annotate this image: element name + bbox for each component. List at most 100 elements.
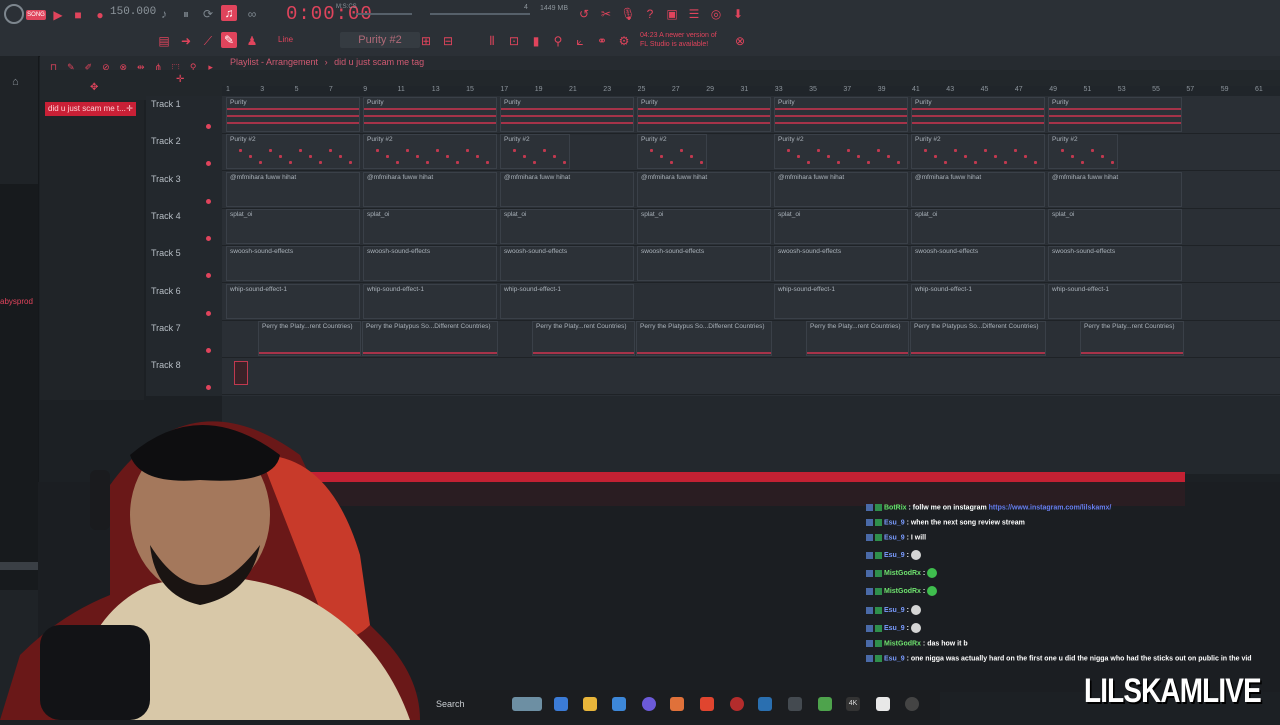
clip-7-3[interactable]: Perry the Platy...rent Countries)	[532, 320, 635, 356]
clip-5-1[interactable]: swoosh-sound-effects	[226, 246, 360, 282]
chat-username[interactable]: Esu_9	[884, 552, 905, 559]
chat-username[interactable]: Esu_9	[884, 534, 905, 541]
clip-3-6[interactable]: @mfmihara fuww hihat	[911, 171, 1045, 207]
chat-username[interactable]: MistGodRx	[884, 570, 921, 577]
track-lane-7[interactable]: Perry the Platy...rent Countries) Perry t…	[222, 320, 1280, 358]
draw-tool-icon[interactable]: ✎	[221, 32, 237, 48]
record-knob-icon[interactable]	[4, 4, 24, 24]
undo-icon[interactable]: ↺	[576, 6, 592, 22]
close-news-icon[interactable]: ⊗	[732, 33, 748, 49]
clip-3-7[interactable]: @mfmihara fuww hihat	[1048, 171, 1182, 207]
clip-4-5[interactable]: splat_oi	[774, 208, 908, 244]
browser-pin-icon[interactable]: ⌂	[12, 76, 19, 88]
chat-username[interactable]: BotRix	[884, 504, 907, 511]
clip-1-1[interactable]: Purity	[226, 97, 360, 132]
file-explorer-icon[interactable]	[583, 697, 597, 711]
track-label-7[interactable]: Track 7	[151, 323, 181, 333]
tag-clip[interactable]	[234, 361, 248, 386]
clip-6-3[interactable]: whip-sound-effect-1	[500, 283, 634, 319]
clip-3-4[interactable]: @mfmihara fuww hihat	[637, 171, 771, 207]
track-label-2[interactable]: Track 2	[151, 136, 181, 146]
clip-7-6[interactable]: Perry the Platypus So...Different Countr…	[910, 320, 1046, 356]
piano-roll-icon[interactable]: ⊟	[440, 33, 456, 49]
app-icon[interactable]	[788, 697, 802, 711]
clip-4-4[interactable]: splat_oi	[637, 208, 771, 244]
channel-rack-icon[interactable]: ⊞	[418, 33, 434, 49]
track-label-3[interactable]: Track 3	[151, 174, 181, 184]
cut-icon[interactable]: ✂	[598, 6, 614, 22]
clip-6-4[interactable]: whip-sound-effect-1	[774, 283, 908, 319]
discord-icon[interactable]	[642, 697, 656, 711]
4k-icon[interactable]: 4K	[846, 697, 860, 711]
clip-1-7[interactable]: Purity	[1048, 97, 1182, 132]
browser-icon[interactable]: ⊡	[506, 33, 522, 49]
add-track-icon[interactable]: ✛	[176, 74, 184, 85]
clip-3-3[interactable]: @mfmihara fuww hihat	[500, 171, 634, 207]
track-led-5[interactable]	[206, 273, 211, 279]
chat-username[interactable]: Esu_9	[884, 625, 905, 632]
play-icon[interactable]: ▶	[50, 7, 66, 23]
clip-6-2[interactable]: whip-sound-effect-1	[363, 283, 497, 319]
clip-4-1[interactable]: splat_oi	[226, 208, 360, 244]
track-label-6[interactable]: Track 6	[151, 286, 181, 296]
obs-icon[interactable]	[730, 697, 744, 711]
stamp-icon[interactable]: ♟	[244, 33, 260, 49]
stop-icon[interactable]: ■	[70, 7, 86, 23]
chat-username[interactable]: MistGodRx	[884, 640, 921, 647]
metronome-icon[interactable]: ♪	[156, 6, 172, 22]
clip-1-3[interactable]: Purity	[500, 97, 634, 132]
playlist-icon[interactable]: ▤	[156, 33, 172, 49]
track-label-1[interactable]: Track 1	[151, 99, 181, 109]
widget-icon[interactable]	[512, 697, 542, 711]
clip-6-5[interactable]: whip-sound-effect-1	[911, 283, 1045, 319]
pattern-selector[interactable]: Purity #2	[340, 32, 420, 48]
stack-icon[interactable]	[818, 697, 832, 711]
steam-icon[interactable]	[876, 697, 890, 711]
track-lane-8[interactable]	[222, 357, 1280, 396]
chat-icon[interactable]: ◎	[708, 6, 724, 22]
fl-studio-icon[interactable]	[670, 697, 684, 711]
chat-username[interactable]: Esu_9	[884, 607, 905, 614]
clip-4-6[interactable]: splat_oi	[911, 208, 1045, 244]
clip-2-2[interactable]: Purity #2	[363, 134, 497, 170]
playlist-lanes[interactable]: Purity Purity Purity Purity Purity Purity Puri…	[222, 96, 1280, 396]
chat-link[interactable]: https://www.instagram.com/lilskamx/	[987, 504, 1112, 511]
media-play-icon[interactable]	[905, 697, 919, 711]
track-led-2[interactable]	[206, 161, 211, 167]
add-pattern-icon[interactable]: ✛	[126, 102, 133, 116]
clip-5-4[interactable]: swoosh-sound-effects	[637, 246, 771, 282]
store-icon[interactable]	[612, 697, 626, 711]
clip-1-5[interactable]: Purity	[774, 97, 908, 132]
track-lane-5[interactable]: swoosh-sound-effects swoosh-sound-effects…	[222, 245, 1280, 284]
clip-1-6[interactable]: Purity	[911, 97, 1045, 132]
track-led-8[interactable]	[206, 385, 211, 391]
pattern-picker-panel[interactable]	[40, 100, 144, 400]
copilot-icon[interactable]	[554, 697, 568, 711]
mixer-icon[interactable]: ☰	[686, 6, 702, 22]
track-label-4[interactable]: Track 4	[151, 211, 181, 221]
record-icon[interactable]: ●	[92, 7, 108, 23]
chat-username[interactable]: Esu_9	[884, 519, 905, 526]
vscode-icon[interactable]	[758, 697, 772, 711]
clip-7-5[interactable]: Perry the Platy...rent Countries)	[806, 320, 909, 356]
track-label-8[interactable]: Track 8	[151, 360, 181, 370]
clip-1-2[interactable]: Purity	[363, 97, 497, 132]
clip-4-7[interactable]: splat_oi	[1048, 208, 1182, 244]
help-icon[interactable]: ?	[642, 6, 658, 22]
clip-5-2[interactable]: swoosh-sound-effects	[363, 246, 497, 282]
track-lane-3[interactable]: @mfmihara fuww hihat @mfmihara fuww hihat…	[222, 171, 1280, 209]
move-icon[interactable]: ✥	[90, 82, 98, 93]
chat-username[interactable]: MistGodRx	[884, 588, 921, 595]
clip-4-3[interactable]: splat_oi	[500, 208, 634, 244]
download-icon[interactable]: ⬇	[730, 6, 746, 22]
track-led-6[interactable]	[206, 310, 211, 316]
track-led-3[interactable]	[206, 198, 211, 204]
clip-7-7[interactable]: Perry the Platy...rent Countries)	[1080, 320, 1184, 356]
wave-icon[interactable]: ⟀	[572, 33, 588, 49]
loop-record-icon[interactable]: ∞	[244, 6, 260, 22]
clip-2-7[interactable]: Purity #2	[1048, 134, 1118, 170]
lock-icon[interactable]: ⚲	[550, 33, 566, 49]
countdown-icon[interactable]: ⟳	[200, 6, 216, 22]
link-icon[interactable]: ⚭	[594, 33, 610, 49]
timeline-ruler[interactable]: 1 3 5 7 9 11 13 15 17 19 21 23 25 27 29 31 33 35 37 39 41 43 4…	[222, 86, 1280, 96]
